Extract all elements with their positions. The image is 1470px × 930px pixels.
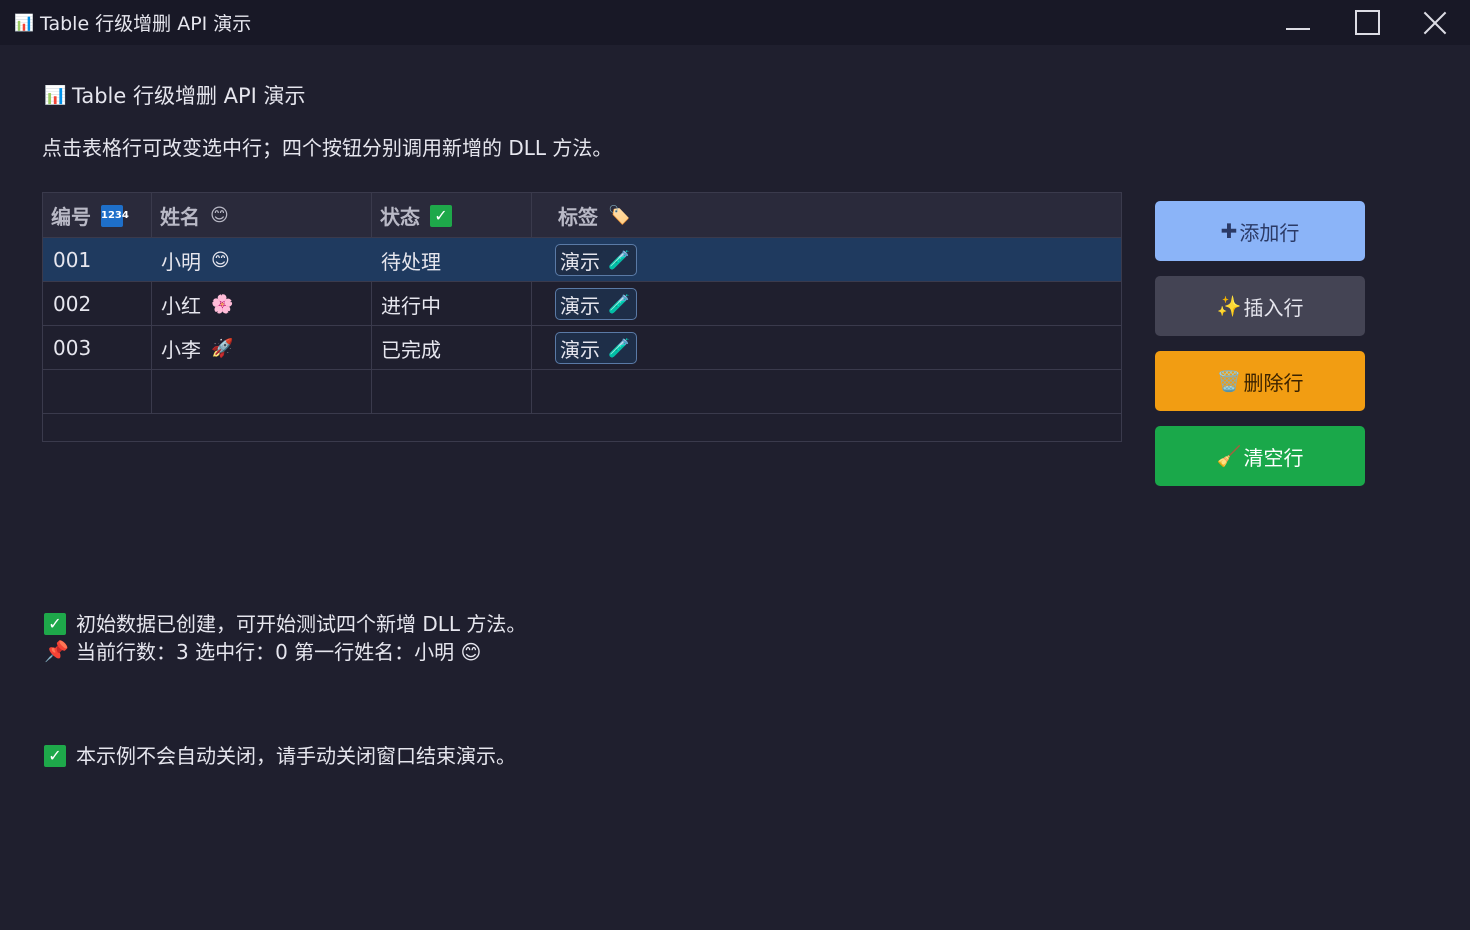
numbers-icon: 1234 (101, 204, 129, 227)
table-row[interactable]: 003 小李 🚀 已完成 演示 🧪 (43, 326, 1121, 370)
bar-chart-icon: 📊 (44, 84, 67, 106)
maximize-icon (1354, 10, 1380, 35)
cell-tag: 演示 🧪 (555, 238, 638, 282)
close-icon (1423, 11, 1447, 35)
check-icon: ✓ (44, 613, 66, 635)
cell-name: 小李 🚀 (161, 337, 234, 362)
cell-id: 003 (53, 336, 92, 360)
rocket-icon: 🚀 (211, 337, 234, 359)
add-row-button[interactable]: ✚ 添加行 (1155, 201, 1365, 261)
delete-row-button[interactable]: 🗑️ 删除行 (1155, 351, 1365, 411)
cell-id: 001 (53, 248, 92, 272)
tag-demo-button[interactable]: 演示 🧪 (555, 288, 638, 320)
tag-icon: 🏷️ (608, 205, 631, 226)
test-tube-icon: 🧪 (608, 293, 631, 315)
cell-status: 已完成 (381, 337, 441, 362)
table-row[interactable]: 001 小明 😊 待处理 演示 🧪 (43, 238, 1121, 282)
pushpin-icon: 📌 (44, 638, 69, 663)
cell-tag: 演示 🧪 (555, 326, 638, 370)
check-icon: ✓ (430, 204, 452, 227)
plus-icon: ✚ (1220, 219, 1238, 243)
status-line-note: ✓ 本示例不会自动关闭，请手动关闭窗口结束演示。 (44, 740, 516, 769)
cell-status: 进行中 (381, 293, 441, 318)
check-icon: ✓ (44, 745, 66, 767)
broom-icon: 🧹 (1216, 444, 1242, 468)
status-line-info: 📌 当前行数：3 选中行：0 第一行姓名：小明 😊 (44, 638, 482, 665)
column-header-tag[interactable]: 标签 🏷️ (558, 193, 630, 238)
data-table: 编号 1234 姓名 😊 状态 ✓ 标签 🏷️ 001 小明 😊 待处理 演示 … (42, 192, 1122, 442)
bar-chart-icon: 📊 (14, 13, 34, 32)
minimize-icon (1286, 27, 1310, 30)
minimize-button[interactable] (1268, 0, 1328, 45)
flower-icon: 🌸 (211, 293, 234, 315)
test-tube-icon: 🧪 (608, 337, 631, 359)
insert-row-button[interactable]: ✨ 插入行 (1155, 276, 1365, 336)
sparkles-icon: ✨ (1216, 294, 1242, 318)
cell-name: 小红 🌸 (161, 293, 234, 318)
test-tube-icon: 🧪 (608, 249, 631, 271)
table-row-empty[interactable] (43, 370, 1121, 414)
smile-icon: 😊 (211, 249, 230, 271)
tag-demo-button[interactable]: 演示 🧪 (555, 332, 638, 364)
title-bar: 📊 Table 行级增删 API 演示 (0, 0, 1470, 45)
smile-icon: 😊 (210, 205, 229, 226)
cell-tag: 演示 🧪 (555, 282, 638, 326)
window-title: Table 行级增删 API 演示 (40, 13, 252, 35)
tag-demo-button[interactable]: 演示 🧪 (555, 244, 638, 276)
clear-rows-button[interactable]: 🧹 清空行 (1155, 426, 1365, 486)
status-line-created: ✓ 初始数据已创建，可开始测试四个新增 DLL 方法。 (44, 608, 526, 637)
table-row[interactable]: 002 小红 🌸 进行中 演示 🧪 (43, 282, 1121, 326)
column-header-status[interactable]: 状态 ✓ (380, 193, 452, 238)
cell-name: 小明 😊 (161, 249, 230, 274)
table-header: 编号 1234 姓名 😊 状态 ✓ 标签 🏷️ (43, 193, 1121, 238)
maximize-button[interactable] (1337, 0, 1397, 45)
page-heading: 📊 Table 行级增删 API 演示 (44, 80, 306, 110)
column-header-name[interactable]: 姓名 😊 (160, 193, 229, 238)
description-text: 点击表格行可改变选中行；四个按钮分别调用新增的 DLL 方法。 (42, 136, 613, 160)
cell-id: 002 (53, 292, 92, 316)
column-header-id[interactable]: 编号 1234 (51, 193, 129, 238)
cell-status: 待处理 (381, 249, 441, 274)
heading-text: Table 行级增删 API 演示 (72, 84, 306, 108)
close-button[interactable] (1405, 0, 1465, 45)
trash-icon: 🗑️ (1216, 369, 1242, 393)
